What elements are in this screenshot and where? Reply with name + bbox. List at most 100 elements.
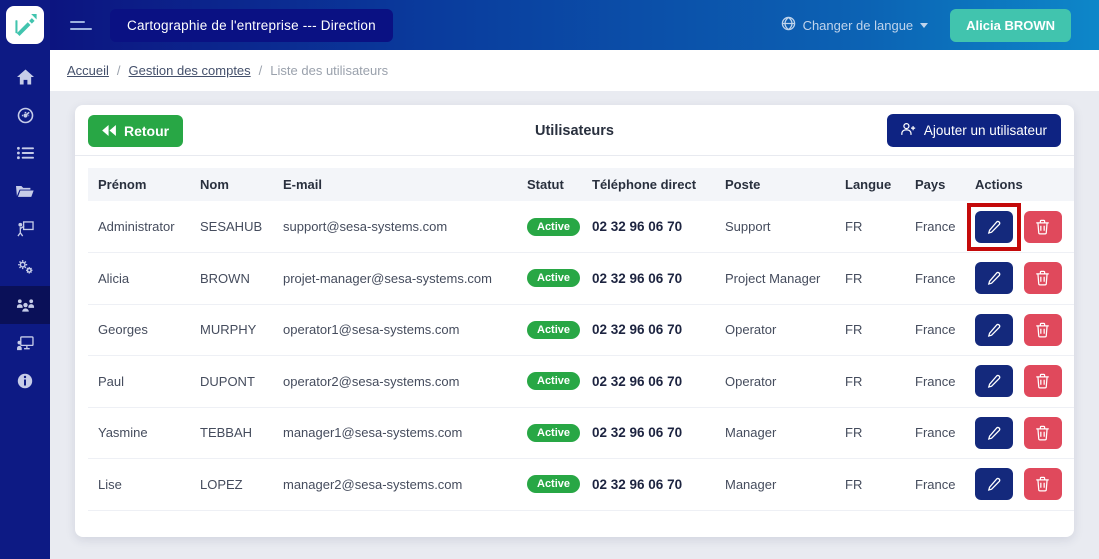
- cell-email: operator1@sesa-systems.com: [283, 304, 527, 356]
- breadcrumb-item: Liste des utilisateurs: [270, 63, 388, 78]
- edit-user-button[interactable]: [975, 468, 1013, 500]
- app-window: Cartographie de l'entreprise --- Directi…: [0, 0, 1099, 559]
- pencil-icon: [986, 425, 1002, 441]
- pencil-icon: [986, 373, 1002, 389]
- sidebar-item-settings[interactable]: [0, 248, 50, 286]
- sidebar-menu: [0, 58, 50, 400]
- sidebar-item-list[interactable]: [0, 134, 50, 172]
- info-icon: [17, 373, 33, 389]
- breadcrumb-item[interactable]: Accueil: [67, 63, 109, 78]
- sidebar-item-info[interactable]: [0, 362, 50, 400]
- cell-statut: Active: [527, 356, 592, 408]
- edit-user-button[interactable]: [975, 365, 1013, 397]
- delete-user-button[interactable]: [1024, 211, 1062, 243]
- sidebar-item-folder[interactable]: [0, 172, 50, 210]
- cell-langue: FR: [845, 253, 915, 305]
- list-icon: [17, 146, 34, 160]
- cell-prenom: Georges: [88, 304, 200, 356]
- cell-poste: Manager: [725, 459, 845, 511]
- cell-telephone: 02 32 96 06 70: [592, 253, 725, 305]
- sidebar: [0, 0, 50, 559]
- logo-box[interactable]: [0, 0, 50, 50]
- navbar-right: Changer de langue Alicia BROWN: [781, 9, 1099, 42]
- cell-email: manager1@sesa-systems.com: [283, 407, 527, 459]
- trash-icon: [1035, 219, 1050, 235]
- cell-statut: Active: [527, 459, 592, 511]
- sidebar-item-home[interactable]: [0, 58, 50, 96]
- cell-nom: TEBBAH: [200, 407, 283, 459]
- home-icon: [17, 69, 34, 85]
- cell-prenom: Administrator: [88, 201, 200, 253]
- users-table: PrénomNomE-mailStatutTéléphone directPos…: [88, 168, 1074, 511]
- cell-actions: [975, 407, 1074, 459]
- cell-pays: France: [915, 201, 975, 253]
- trainer-board-icon: [17, 221, 34, 237]
- cell-langue: FR: [845, 459, 915, 511]
- sidebar-item-users[interactable]: [0, 286, 50, 324]
- status-badge: Active: [527, 218, 580, 236]
- sidebar-item-dashboard[interactable]: [0, 96, 50, 134]
- cell-telephone: 02 32 96 06 70: [592, 407, 725, 459]
- pencil-icon: [986, 322, 1002, 338]
- delete-user-button[interactable]: [1024, 314, 1062, 346]
- cell-poste: Support: [725, 201, 845, 253]
- edit-user-button[interactable]: [975, 211, 1013, 243]
- hamburger-icon[interactable]: [70, 21, 92, 30]
- sesa-logo-icon: [6, 6, 44, 44]
- trash-icon: [1035, 425, 1050, 441]
- language-dropdown[interactable]: Changer de langue: [781, 16, 929, 34]
- column-header: Nom: [200, 168, 283, 201]
- delete-user-button[interactable]: [1024, 468, 1062, 500]
- cell-actions: [975, 459, 1074, 511]
- sidebar-item-training[interactable]: [0, 210, 50, 248]
- delete-user-button[interactable]: [1024, 417, 1062, 449]
- cell-statut: Active: [527, 253, 592, 305]
- trash-icon: [1035, 373, 1050, 389]
- cell-telephone: 02 32 96 06 70: [592, 459, 725, 511]
- pencil-icon: [986, 476, 1002, 492]
- cell-langue: FR: [845, 304, 915, 356]
- trash-icon: [1035, 476, 1050, 492]
- breadcrumb-item[interactable]: Gestion des comptes: [129, 63, 251, 78]
- pencil-icon: [986, 219, 1002, 235]
- edit-user-button[interactable]: [975, 314, 1013, 346]
- column-header: Téléphone direct: [592, 168, 725, 201]
- cell-poste: Operator: [725, 356, 845, 408]
- cell-langue: FR: [845, 356, 915, 408]
- cell-langue: FR: [845, 407, 915, 459]
- cell-nom: MURPHY: [200, 304, 283, 356]
- edit-user-button[interactable]: [975, 262, 1013, 294]
- breadcrumb-separator: /: [259, 63, 263, 78]
- user-account-button[interactable]: Alicia BROWN: [950, 9, 1071, 42]
- folder-icon: [16, 184, 34, 198]
- sidebar-item-support[interactable]: [0, 324, 50, 362]
- add-user-button[interactable]: Ajouter un utilisateur: [887, 114, 1061, 147]
- users-card: Retour Utilisateurs Ajouter un utilisate…: [75, 105, 1074, 537]
- table-row: Administrator SESAHUB support@sesa-syste…: [88, 201, 1074, 253]
- cell-nom: BROWN: [200, 253, 283, 305]
- add-user-label: Ajouter un utilisateur: [924, 123, 1047, 138]
- users-group-icon: [16, 298, 35, 313]
- cell-actions: [975, 356, 1074, 408]
- cell-actions: [975, 304, 1074, 356]
- cell-email: projet-manager@sesa-systems.com: [283, 253, 527, 305]
- cell-pays: France: [915, 407, 975, 459]
- delete-user-button[interactable]: [1024, 365, 1062, 397]
- cell-telephone: 02 32 96 06 70: [592, 304, 725, 356]
- edit-user-button[interactable]: [975, 417, 1013, 449]
- cell-nom: SESAHUB: [200, 201, 283, 253]
- back-button[interactable]: Retour: [88, 115, 183, 147]
- cell-nom: DUPONT: [200, 356, 283, 408]
- table-header-row: PrénomNomE-mailStatutTéléphone directPos…: [88, 168, 1074, 201]
- status-badge: Active: [527, 372, 580, 390]
- table-row: Georges MURPHY operator1@sesa-systems.co…: [88, 304, 1074, 356]
- cell-actions: [975, 201, 1074, 253]
- table-row: Paul DUPONT operator2@sesa-systems.com A…: [88, 356, 1074, 408]
- back-button-label: Retour: [124, 123, 169, 139]
- column-header: Poste: [725, 168, 845, 201]
- column-header: Statut: [527, 168, 592, 201]
- delete-user-button[interactable]: [1024, 262, 1062, 294]
- person-screen-icon: [16, 336, 34, 351]
- cell-prenom: Paul: [88, 356, 200, 408]
- breadcrumb-strip: Accueil/Gestion des comptes/Liste des ut…: [50, 50, 1099, 91]
